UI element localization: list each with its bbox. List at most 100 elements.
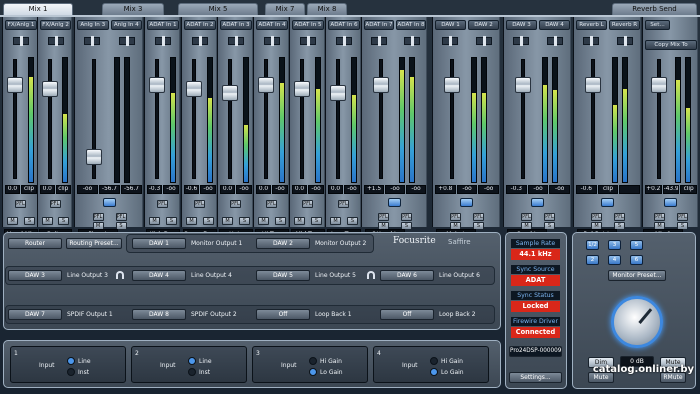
stereo-link-button[interactable] [601,198,614,207]
input-option-2-radio[interactable] [430,368,438,376]
pfl-button[interactable]: PFL [157,200,168,208]
solo-button[interactable]: S [203,217,214,225]
routing-source-select[interactable]: DAW 7 [8,309,62,320]
input-option-1-radio[interactable] [188,357,196,365]
pan-slider-left[interactable] [442,36,458,46]
input-option-1-radio[interactable] [67,357,75,365]
pfl-button[interactable]: PFL [230,200,241,208]
routing-source-select[interactable]: DAW 2 [256,238,310,249]
monitor-speaker-button[interactable]: 6 [630,255,643,265]
tab-mix-1[interactable]: Mix 1 [3,3,73,15]
routing-preset-button[interactable]: Routing Preset... [66,238,122,249]
pan-slider-left[interactable] [513,36,529,46]
fader-knob[interactable] [258,77,274,93]
stereo-link-button[interactable] [102,198,116,207]
solo-button[interactable]: S [58,217,69,225]
fader-knob[interactable] [86,149,103,165]
pan-slider-right[interactable] [118,36,135,46]
pan-slider-left[interactable] [370,36,387,46]
pan-slider[interactable] [336,36,352,46]
tab-mix-7[interactable]: Mix 7 [265,3,305,15]
pan-slider-right[interactable] [403,36,420,46]
input-source-right[interactable]: ADAT In 8 [396,20,426,30]
pfl-button[interactable]: PFL [521,213,532,221]
monitor-level-knob[interactable] [611,296,663,348]
input-source-right[interactable]: Anlg In 4 [110,20,142,30]
input-option-2-radio[interactable] [67,368,75,376]
mute-button[interactable]: M [258,217,269,225]
input-source-select[interactable]: ADAT In 5 [292,20,324,30]
input-source-select[interactable]: ADAT In 4 [256,20,288,30]
input-source-left[interactable]: DAW 3 [506,20,537,30]
fader-knob[interactable] [585,77,601,93]
tab-mix-8[interactable]: Mix 8 [307,3,347,15]
mute-button[interactable]: M [42,217,53,225]
input-source-right[interactable]: DAW 4 [539,20,570,30]
solo-button[interactable]: S [275,217,286,225]
solo-button[interactable]: S [24,217,35,225]
monitor-preset-button[interactable]: Monitor Preset... [608,270,666,281]
settings-button[interactable]: Settings... [509,372,562,383]
fader-knob[interactable] [294,81,310,97]
tab-mix-3[interactable]: Mix 3 [102,3,164,15]
pan-slider-right[interactable] [547,36,563,46]
input-source-left[interactable]: ADAT In 7 [364,20,394,30]
routing-source-select[interactable]: DAW 5 [256,270,310,281]
pfl-button[interactable]: PFL [654,213,665,221]
monitor-speaker-button[interactable]: 1/2 [586,240,599,250]
monitor-speaker-button[interactable]: 3 [608,240,621,250]
routing-source-select[interactable]: DAW 6 [380,270,434,281]
solo-button[interactable]: S [347,217,358,225]
monitor-speaker-button[interactable]: 4 [608,255,621,265]
mute-button[interactable]: M [294,217,305,225]
pan-slider-right[interactable] [476,36,492,46]
stereo-link-button[interactable] [460,198,473,207]
pan-slider[interactable] [155,36,171,46]
pfl-button-right[interactable]: PFL [401,213,412,221]
input-source-left[interactable]: Anlg In 3 [77,20,109,30]
routing-source-select[interactable]: Off [380,309,434,320]
solo-button[interactable]: S [239,217,250,225]
routing-source-select[interactable]: DAW 3 [8,270,62,281]
pan-slider-right[interactable] [617,36,633,46]
monitor-speaker-button[interactable]: 5 [630,240,643,250]
pfl-button[interactable]: PFL [450,213,461,221]
pfl-button-right[interactable]: PFL [614,213,625,221]
fader-knob[interactable] [149,77,165,93]
input-source-left[interactable]: Reverb L [576,20,607,30]
pfl-button[interactable]: PFL [194,200,205,208]
pfl-button[interactable]: PFL [591,213,602,221]
pan-slider[interactable] [192,36,208,46]
input-source-select[interactable]: ADAT In 2 [184,20,216,30]
pfl-button[interactable]: PFL [302,200,313,208]
routing-source-select[interactable]: DAW 4 [132,270,186,281]
input-option-1-radio[interactable] [430,357,438,365]
set-button[interactable]: Set... [645,20,670,30]
fader-knob[interactable] [515,77,531,93]
input-source-select[interactable]: ADAT In 3 [220,20,252,30]
input-source-right[interactable]: DAW 2 [468,20,499,30]
routing-source-select[interactable]: DAW 8 [132,309,186,320]
fader-knob[interactable] [222,85,238,101]
fader-knob[interactable] [330,85,346,101]
stereo-link-button[interactable] [388,198,401,207]
pfl-button[interactable]: PFL [338,200,349,208]
input-option-2-radio[interactable] [309,368,317,376]
stereo-link-button[interactable] [531,198,544,207]
pfl-button[interactable]: PFL [15,200,26,208]
pfl-button-right[interactable]: PFL [544,213,555,221]
copy-mix-button[interactable]: Copy Mix To [645,40,697,50]
pfl-button[interactable]: PFL [266,200,277,208]
pfl-button[interactable]: PFL [92,213,104,221]
input-source-left[interactable]: DAW 1 [435,20,466,30]
input-source-select[interactable]: FX/Anlg 2 [40,20,71,30]
solo-button[interactable]: S [311,217,322,225]
mute-button[interactable]: M [186,217,197,225]
routing-source-select[interactable]: DAW 1 [132,238,186,249]
mute-button[interactable]: M [7,217,18,225]
solo-button[interactable]: S [166,217,177,225]
fader-knob[interactable] [444,77,460,93]
fader-knob[interactable] [42,81,58,97]
pfl-button[interactable]: PFL [378,213,389,221]
fader-knob[interactable] [651,77,667,93]
